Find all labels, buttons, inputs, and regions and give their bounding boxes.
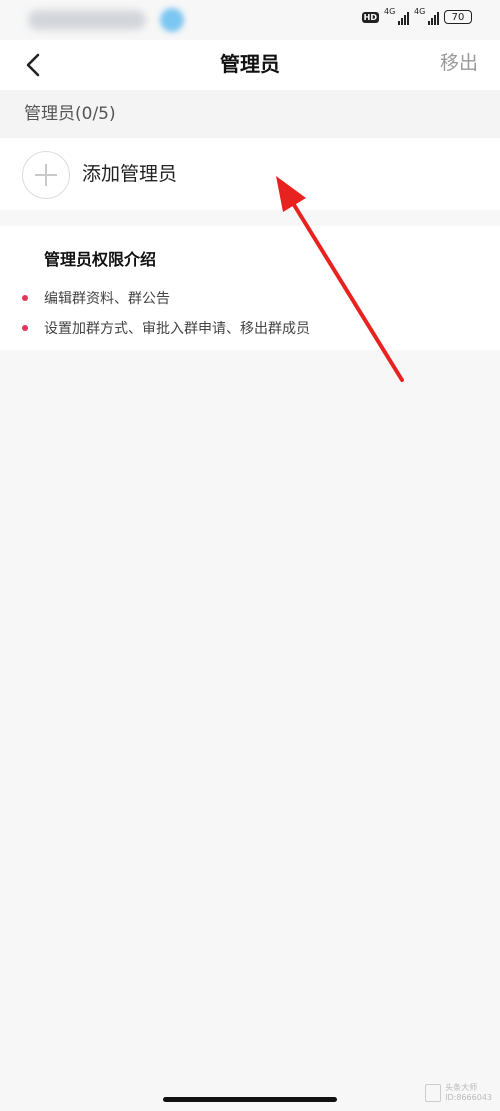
app-notification-icon bbox=[160, 8, 184, 32]
watermark-line1: 头条大师 bbox=[445, 1083, 478, 1092]
permission-item: 编辑群资料、群公告 bbox=[22, 288, 170, 308]
battery-icon: 70 bbox=[444, 10, 472, 24]
bullet-dot-icon bbox=[22, 295, 28, 301]
signal-icon-2: 4G bbox=[414, 7, 439, 25]
signal-label: 4G bbox=[384, 7, 396, 16]
move-out-button[interactable]: 移出 bbox=[440, 40, 478, 86]
permission-item: 设置加群方式、审批入群申请、移出群成员 bbox=[22, 318, 310, 338]
permissions-title: 管理员权限介绍 bbox=[44, 250, 157, 269]
permission-item-text: 设置加群方式、审批入群申请、移出群成员 bbox=[44, 321, 310, 337]
status-bar: HD 4G 4G 70 bbox=[0, 0, 500, 40]
signal-label-2: 4G bbox=[414, 7, 426, 16]
admin-count-label: 管理员(0/5) bbox=[24, 104, 116, 124]
admin-count-header: 管理员(0/5) bbox=[0, 90, 500, 138]
add-admin-label[interactable]: 添加管理员 bbox=[82, 138, 177, 210]
page-title: 管理员 bbox=[220, 52, 280, 76]
plus-icon[interactable] bbox=[22, 151, 70, 199]
watermark-line2: ID:8666043 bbox=[445, 1093, 492, 1102]
back-chevron-icon[interactable] bbox=[20, 50, 50, 80]
add-admin-row[interactable] bbox=[0, 138, 500, 210]
signal-icon: 4G bbox=[384, 7, 409, 25]
home-indicator[interactable] bbox=[163, 1097, 337, 1102]
status-indicators: HD 4G 4G 70 bbox=[361, 7, 472, 25]
watermark-text: 头条大师 ID:8666043 bbox=[445, 1083, 492, 1103]
bullet-dot-icon bbox=[22, 325, 28, 331]
nav-bar: 管理员 移出 bbox=[0, 40, 500, 90]
hd-badge: HD bbox=[361, 11, 379, 23]
watermark-logo-icon bbox=[425, 1084, 442, 1102]
watermark: 头条大师 ID:8666043 bbox=[425, 1083, 492, 1103]
permission-item-text: 编辑群资料、群公告 bbox=[44, 291, 170, 307]
carrier-text-blurred bbox=[28, 10, 146, 30]
